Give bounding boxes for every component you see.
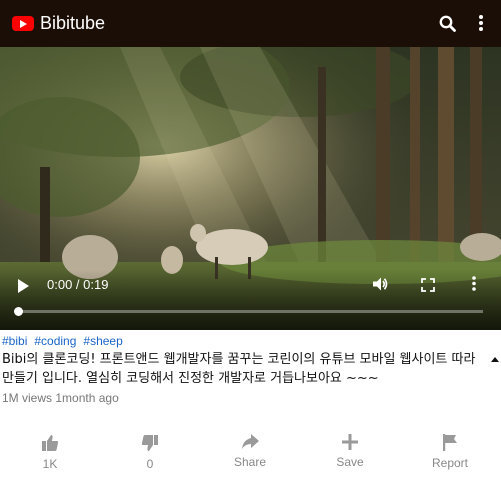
fullscreen-icon[interactable] (421, 277, 435, 296)
brand-name: Bibitube (40, 13, 106, 33)
flag-icon (443, 434, 457, 451)
thumbs-up-icon (42, 435, 59, 451)
collapse-caret-icon[interactable] (491, 357, 499, 362)
search-icon[interactable] (437, 12, 457, 34)
tag-link[interactable]: #bibi (2, 334, 27, 348)
video-meta: 1M views 1month ago (0, 391, 501, 405)
player-more-icon[interactable] (472, 276, 476, 295)
video-title: Bibi의 클론코딩! 프론트앤드 웹개발자를 꿈꾸는 코린이의 유튜브 모바일… (0, 348, 501, 388)
tag-link[interactable]: #sheep (83, 334, 122, 348)
tag-list: #bibi #coding #sheep (0, 334, 501, 348)
youtube-play-icon (12, 16, 34, 31)
top-bar: Bibitube (0, 0, 501, 47)
playback-time: 0:00 / 0:19 (47, 277, 109, 292)
like-button[interactable]: 1K (0, 434, 100, 474)
more-vertical-icon[interactable] (471, 12, 491, 34)
scrubber-handle[interactable] (14, 307, 23, 316)
report-button[interactable]: Report (400, 434, 500, 474)
play-icon[interactable] (18, 279, 29, 293)
tag-link[interactable]: #coding (34, 334, 76, 348)
share-button[interactable]: Share (200, 434, 300, 474)
share-label: Share (233, 455, 267, 469)
save-button[interactable]: Save (300, 434, 400, 474)
view-count: 1M views (2, 391, 53, 405)
thumbs-down-icon (141, 435, 158, 451)
video-info: #bibi #coding #sheep Bibi의 클론코딩! 프론트앤드 웹… (0, 330, 501, 405)
player-controls: 0:00 / 0:19 (0, 270, 501, 330)
add-icon (342, 434, 358, 450)
upload-age: 1month ago (55, 391, 119, 405)
save-label: Save (336, 455, 364, 469)
action-bar: 1K 0 Share Save Report (0, 434, 501, 474)
video-player[interactable]: 0:00 / 0:19 (0, 47, 501, 330)
dislike-button[interactable]: 0 (100, 434, 200, 474)
share-icon (242, 434, 259, 449)
progress-bar[interactable] (16, 310, 483, 313)
video-title-text: Bibi의 클론코딩! 프론트앤드 웹개발자를 꿈꾸는 코린이의 유튜브 모바일… (2, 352, 476, 386)
dislike-count: 0 (146, 457, 154, 471)
volume-icon[interactable] (372, 276, 388, 296)
logo[interactable]: Bibitube (12, 13, 105, 34)
like-count: 1K (42, 457, 58, 471)
report-label: Report (431, 456, 469, 470)
